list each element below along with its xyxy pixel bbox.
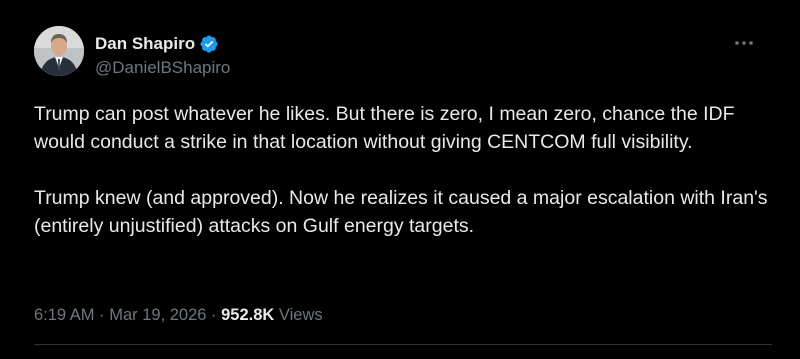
more-options-button[interactable] [730, 32, 758, 54]
verified-badge-icon[interactable] [199, 34, 219, 54]
tweet-paragraph: Trump knew (and approved). Now he realiz… [34, 187, 768, 237]
more-horizontal-icon [735, 41, 753, 45]
author-handle[interactable]: @DanielBShapiro [95, 57, 230, 79]
tweet-date[interactable]: Mar 19, 2026 [109, 306, 206, 324]
views-count[interactable]: 952.8K [221, 306, 274, 324]
tweet-card: Dan Shapiro @DanielBShapiro Trump can po… [0, 0, 800, 359]
tweet-text: Trump can post whatever he likes. But th… [34, 100, 774, 240]
tweet-meta: 6:19 AM · Mar 19, 2026 · 952.8K Views [34, 303, 323, 327]
meta-separator: · [94, 306, 110, 324]
author-name-row: Dan Shapiro [95, 33, 219, 55]
author-display-name[interactable]: Dan Shapiro [95, 33, 195, 55]
views-label: Views [274, 306, 323, 324]
tweet-paragraph: Trump can post whatever he likes. But th… [34, 103, 735, 153]
meta-separator: · [206, 306, 222, 324]
tweet-time[interactable]: 6:19 AM [34, 306, 95, 324]
divider [34, 344, 772, 345]
avatar[interactable] [34, 26, 84, 76]
avatar-image [34, 26, 84, 76]
